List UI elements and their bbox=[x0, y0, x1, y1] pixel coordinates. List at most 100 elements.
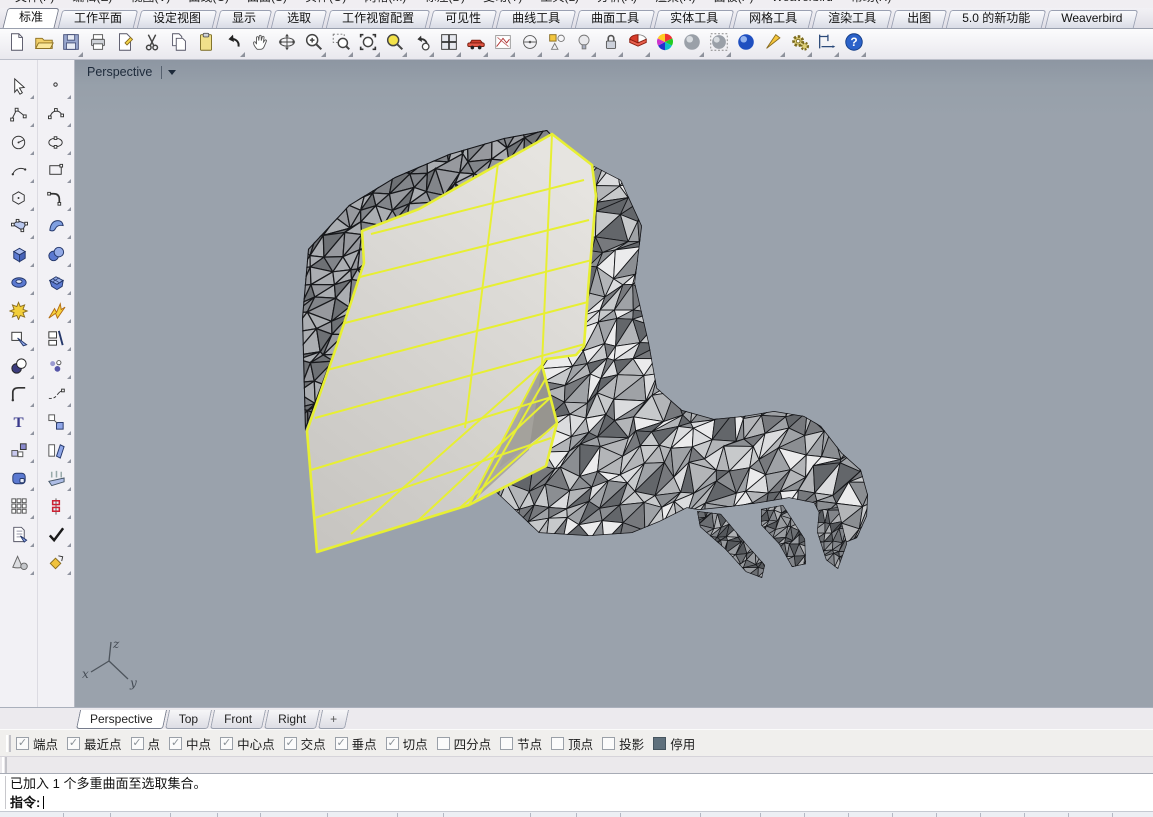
toolbar-tab-出图[interactable]: 出图 bbox=[893, 10, 945, 28]
color-wheel-button[interactable] bbox=[651, 31, 678, 58]
pan-view-button[interactable] bbox=[246, 31, 273, 58]
single-point-tool[interactable] bbox=[37, 74, 74, 102]
3d-scene[interactable]: zxy bbox=[75, 60, 1152, 707]
select-tool[interactable] bbox=[0, 74, 37, 102]
viewport-layout-button[interactable] bbox=[435, 31, 462, 58]
mesh-primitive-tool[interactable] bbox=[37, 270, 74, 298]
osnap-端点[interactable]: ✓端点 bbox=[16, 734, 58, 753]
menu-item[interactable]: 帮助(H) bbox=[842, 0, 901, 7]
viewport-tab-front[interactable]: Front bbox=[212, 710, 264, 729]
command-prompt-line[interactable]: 指令: bbox=[10, 793, 1153, 812]
toolbar-tab-实体工具[interactable]: 实体工具 bbox=[656, 10, 732, 28]
osnap-投影[interactable]: 投影 bbox=[602, 734, 644, 753]
shear-tool[interactable] bbox=[37, 438, 74, 466]
toolbar-grip[interactable] bbox=[6, 735, 11, 752]
save-file-button[interactable] bbox=[57, 31, 84, 58]
viewport-canvas[interactable]: Perspective zxy bbox=[75, 60, 1153, 707]
copy-objects-tool[interactable] bbox=[37, 410, 74, 438]
move-objects-tool[interactable] bbox=[0, 438, 37, 466]
point-set-tool[interactable] bbox=[37, 354, 74, 382]
patch-surface-tool[interactable] bbox=[37, 214, 74, 242]
toolbar-tab-曲面工具[interactable]: 曲面工具 bbox=[577, 10, 653, 28]
osnap-节点[interactable]: 节点 bbox=[500, 734, 542, 753]
osnap-垂点[interactable]: ✓垂点 bbox=[335, 734, 377, 753]
explode-tool[interactable] bbox=[37, 298, 74, 326]
rotate-view-button[interactable] bbox=[273, 31, 300, 58]
toolbar-tab-标准[interactable]: 标准 bbox=[5, 8, 57, 28]
menu-item[interactable]: 编辑(E) bbox=[63, 0, 121, 7]
viewport-tab-top[interactable]: Top bbox=[167, 710, 210, 729]
toolbar-tab-可见性[interactable]: 可见性 bbox=[431, 10, 495, 28]
zoom-selected-button[interactable] bbox=[381, 31, 408, 58]
checkbox-icon[interactable]: ✓ bbox=[220, 737, 233, 750]
osnap-顶点[interactable]: 顶点 bbox=[551, 734, 593, 753]
box-tool[interactable] bbox=[0, 242, 37, 270]
menu-item[interactable]: 曲面(S) bbox=[238, 0, 296, 7]
object-properties-button[interactable] bbox=[543, 31, 570, 58]
viewport-tab-right[interactable]: Right bbox=[266, 710, 318, 729]
dock-grip[interactable] bbox=[2, 757, 7, 774]
toolbar-tab-网格工具[interactable]: 网格工具 bbox=[735, 10, 811, 28]
rectangle-tool[interactable] bbox=[37, 158, 74, 186]
layers-pages-tool[interactable] bbox=[0, 522, 37, 550]
new-file-button[interactable] bbox=[3, 31, 30, 58]
plugin-puzzle-tool[interactable] bbox=[0, 298, 37, 326]
paste-button[interactable] bbox=[192, 31, 219, 58]
torus-tool[interactable] bbox=[0, 270, 37, 298]
lights-button[interactable] bbox=[570, 31, 597, 58]
curve-blend-tool[interactable] bbox=[37, 186, 74, 214]
text-tool[interactable]: T bbox=[0, 410, 37, 438]
zoom-extents-button[interactable] bbox=[354, 31, 381, 58]
toolbar-tab-设定视图[interactable]: 设定视图 bbox=[139, 10, 215, 28]
checkbox-icon[interactable]: ✓ bbox=[16, 737, 29, 750]
osnap-中点[interactable]: ✓中点 bbox=[169, 734, 211, 753]
checkbox-icon[interactable]: ✓ bbox=[386, 737, 399, 750]
osnap-点[interactable]: ✓点 bbox=[131, 734, 161, 753]
check-objects-tool[interactable] bbox=[37, 522, 74, 550]
dimension-tools-button[interactable] bbox=[813, 31, 840, 58]
plan-drawing-button[interactable] bbox=[489, 31, 516, 58]
rounded-box-tool[interactable] bbox=[0, 466, 37, 494]
circle-tool[interactable] bbox=[0, 130, 37, 158]
toolbar-tab-工作视窗配置[interactable]: 工作视窗配置 bbox=[328, 10, 428, 28]
copy-button[interactable] bbox=[165, 31, 192, 58]
export-file-button[interactable] bbox=[111, 31, 138, 58]
zoom-window-button[interactable] bbox=[327, 31, 354, 58]
arc-tool[interactable] bbox=[0, 158, 37, 186]
render-preview-button[interactable] bbox=[705, 31, 732, 58]
checkbox-icon[interactable] bbox=[551, 737, 564, 750]
split-tool[interactable] bbox=[37, 326, 74, 354]
menu-item[interactable]: 文件(F) bbox=[6, 0, 63, 7]
ellipse-tool[interactable] bbox=[37, 130, 74, 158]
osnap-中心点[interactable]: ✓中心点 bbox=[220, 734, 275, 753]
osnap-四分点[interactable]: 四分点 bbox=[437, 734, 492, 753]
zoom-in-button[interactable] bbox=[300, 31, 327, 58]
toolbar-tab-显示[interactable]: 显示 bbox=[218, 10, 270, 28]
spheres-boolean-tool[interactable] bbox=[37, 242, 74, 270]
render-sphere-button[interactable] bbox=[678, 31, 705, 58]
raytrace-blue-button[interactable] bbox=[732, 31, 759, 58]
osnap-切点[interactable]: ✓切点 bbox=[386, 734, 428, 753]
cone-primitive-tool[interactable] bbox=[0, 550, 37, 578]
menu-item[interactable]: 面板(P) bbox=[705, 0, 763, 7]
viewport-tab-perspective[interactable]: Perspective bbox=[78, 710, 165, 729]
menu-item[interactable]: 渲染(R) bbox=[646, 0, 705, 7]
menu-item[interactable]: 曲线(C) bbox=[179, 0, 238, 7]
polygon-tool[interactable] bbox=[0, 186, 37, 214]
open-file-button[interactable] bbox=[30, 31, 57, 58]
undo-button[interactable] bbox=[219, 31, 246, 58]
undo-view-button[interactable] bbox=[408, 31, 435, 58]
options-gears-button[interactable] bbox=[786, 31, 813, 58]
menu-item[interactable]: 标注(D) bbox=[415, 0, 474, 7]
menu-item[interactable]: 工具(L) bbox=[531, 0, 588, 7]
checkbox-icon[interactable]: ✓ bbox=[335, 737, 348, 750]
extend-curve-tool[interactable] bbox=[37, 382, 74, 410]
car-travel-button[interactable] bbox=[462, 31, 489, 58]
toolbar-tab-渲染工具[interactable]: 渲染工具 bbox=[814, 10, 890, 28]
surface-control-points-tool[interactable] bbox=[0, 214, 37, 242]
set-cplane-button[interactable] bbox=[516, 31, 543, 58]
control-point-curve-tool[interactable] bbox=[0, 102, 37, 130]
disable-osnap-checkbox[interactable] bbox=[653, 737, 666, 750]
menu-item[interactable]: 视图(V) bbox=[121, 0, 179, 7]
osnap-最近点[interactable]: ✓最近点 bbox=[67, 734, 122, 753]
